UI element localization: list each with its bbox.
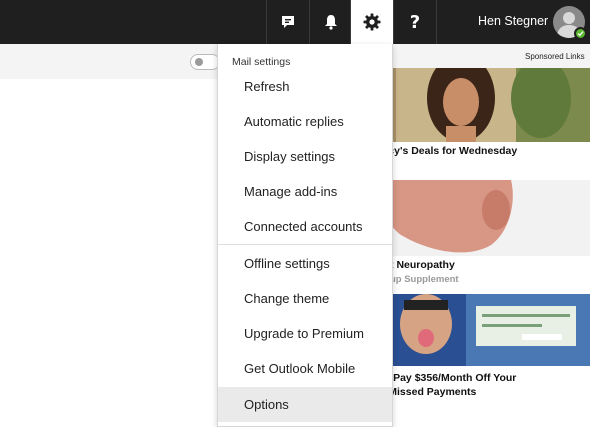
menu-header: Mail settings xyxy=(232,56,291,68)
chat-button[interactable] xyxy=(267,0,309,44)
menu-item-get-outlook-mobile[interactable]: Get Outlook Mobile xyxy=(218,351,392,386)
help-button[interactable]: ? xyxy=(394,0,436,44)
menu-item-change-theme[interactable]: Change theme xyxy=(218,281,392,316)
presence-available-icon xyxy=(574,27,587,40)
menu-item-display-settings[interactable]: Display settings xyxy=(218,139,392,174)
menu-item-refresh[interactable]: Refresh xyxy=(218,69,392,104)
focused-inbox-toggle[interactable] xyxy=(190,54,220,70)
separator xyxy=(436,0,437,44)
menu-item-offline-settings[interactable]: Offline settings xyxy=(218,246,392,281)
menu-item-upgrade-premium[interactable]: Upgrade to Premium xyxy=(218,316,392,351)
menu-item-manage-add-ins[interactable]: Manage add-ins xyxy=(218,174,392,209)
outlook-window: ? Hen Stegner Sponsored Links Believe Ma… xyxy=(0,0,590,427)
menu-item-options[interactable]: Options xyxy=(218,387,392,422)
sponsored-links-label: Sponsored Links xyxy=(525,52,585,61)
toggle-knob xyxy=(195,58,203,66)
top-bar: ? Hen Stegner xyxy=(0,0,590,44)
menu-item-connected-accounts[interactable]: Connected accounts xyxy=(218,209,392,244)
bell-icon xyxy=(325,15,337,30)
notifications-button[interactable] xyxy=(310,0,352,44)
chat-bubble-icon xyxy=(282,16,294,28)
help-icon: ? xyxy=(409,11,421,33)
menu-divider xyxy=(218,244,392,245)
gear-icon xyxy=(363,13,381,31)
menu-item-automatic-replies[interactable]: Automatic replies xyxy=(218,104,392,139)
settings-button[interactable] xyxy=(351,0,393,44)
settings-menu: Mail settings Refresh Automatic replies … xyxy=(217,44,393,427)
user-name[interactable]: Hen Stegner xyxy=(478,14,548,28)
check-icon xyxy=(577,31,584,37)
